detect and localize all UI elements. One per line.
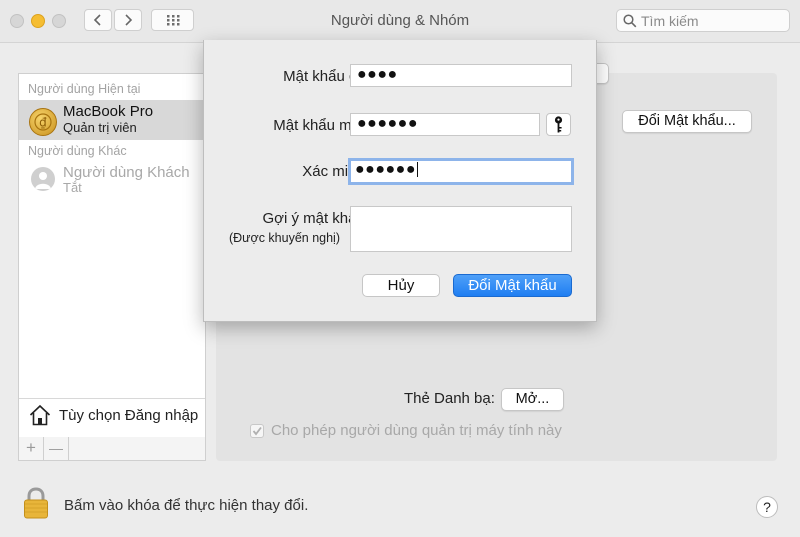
new-password-field[interactable]: ●●●●●● [350,113,540,136]
password-hint-label: Gợi ý mật khẩu: [262,210,369,227]
verify-label: Xác minh: [302,163,369,180]
guest-avatar [31,167,55,191]
search-placeholder: Tìm kiếm [641,13,699,29]
person-icon [35,172,51,189]
forward-button[interactable] [114,9,142,31]
chevron-right-icon [125,14,133,26]
open-contacts-button[interactable]: Mở... [501,388,564,411]
login-options-row[interactable]: Tùy chọn Đăng nhập [19,398,205,435]
gold-coin-icon: ₫ [34,113,52,131]
close-window-button[interactable] [10,14,24,28]
house-icon [29,404,51,426]
current-user-name: MacBook Pro [63,103,154,120]
guest-user-status: Tắt [63,180,82,195]
show-all-button[interactable] [151,9,194,31]
grid-icon [167,15,180,26]
user-avatar: ₫ [29,108,57,136]
user-list: Người dùng Hiện tại ₫ MacBook Pro Quản t… [18,73,206,461]
allow-admin-checkbox[interactable] [250,424,264,438]
other-users-header: Người dùng Khác [28,144,127,158]
verify-password-value: ●●●●●● [355,161,416,178]
chevron-left-icon [93,14,101,26]
verify-password-field[interactable]: ●●●●●● [348,158,574,185]
checkmark-icon [252,426,262,436]
search-icon [623,14,637,28]
change-password-confirm-button[interactable]: Đổi Mật khẩu [453,274,572,297]
lock-hint-text: Bấm vào khóa để thực hiện thay đổi. [64,497,309,514]
old-password-field[interactable]: ●●●● [350,64,572,87]
password-assistant-button[interactable] [546,113,571,136]
zoom-window-button[interactable] [52,14,66,28]
allow-admin-label: Cho phép người dùng quản trị máy tính nà… [271,422,562,439]
back-button[interactable] [84,9,112,31]
cancel-button[interactable]: Hủy [362,274,440,297]
old-password-label: Mật khẩu cũ: [283,68,369,85]
new-password-label: Mật khẩu mới: [273,117,369,134]
svg-text:₫: ₫ [39,116,47,130]
remove-user-button[interactable]: — [44,437,69,460]
help-button[interactable]: ? [756,496,778,518]
current-user-role: Quản trị viên [63,120,137,135]
lock-button[interactable] [22,487,50,524]
contacts-card-label: Thẻ Danh bạ: [404,390,495,407]
key-icon [554,116,563,133]
padlock-icon [24,487,48,519]
text-caret [416,162,418,178]
search-field[interactable]: Tìm kiếm [616,9,790,32]
add-remove-bar: + — [18,437,206,461]
guest-user-name: Người dùng Khách [63,164,190,181]
current-users-header: Người dùng Hiện tại [28,82,141,96]
window-title: Người dùng & Nhóm [330,12,470,29]
password-hint-sublabel: (Được khuyến nghị) [228,231,340,245]
minimize-window-button[interactable] [31,14,45,28]
login-options-label: Tùy chọn Đăng nhập [59,407,199,424]
change-password-button[interactable]: Đổi Mật khẩu... [622,110,752,133]
add-user-button[interactable]: + [19,437,44,460]
password-hint-field[interactable] [350,206,572,252]
change-password-sheet: Mật khẩu cũ: ●●●● Mật khẩu mới: ●●●●●● X… [203,40,597,322]
